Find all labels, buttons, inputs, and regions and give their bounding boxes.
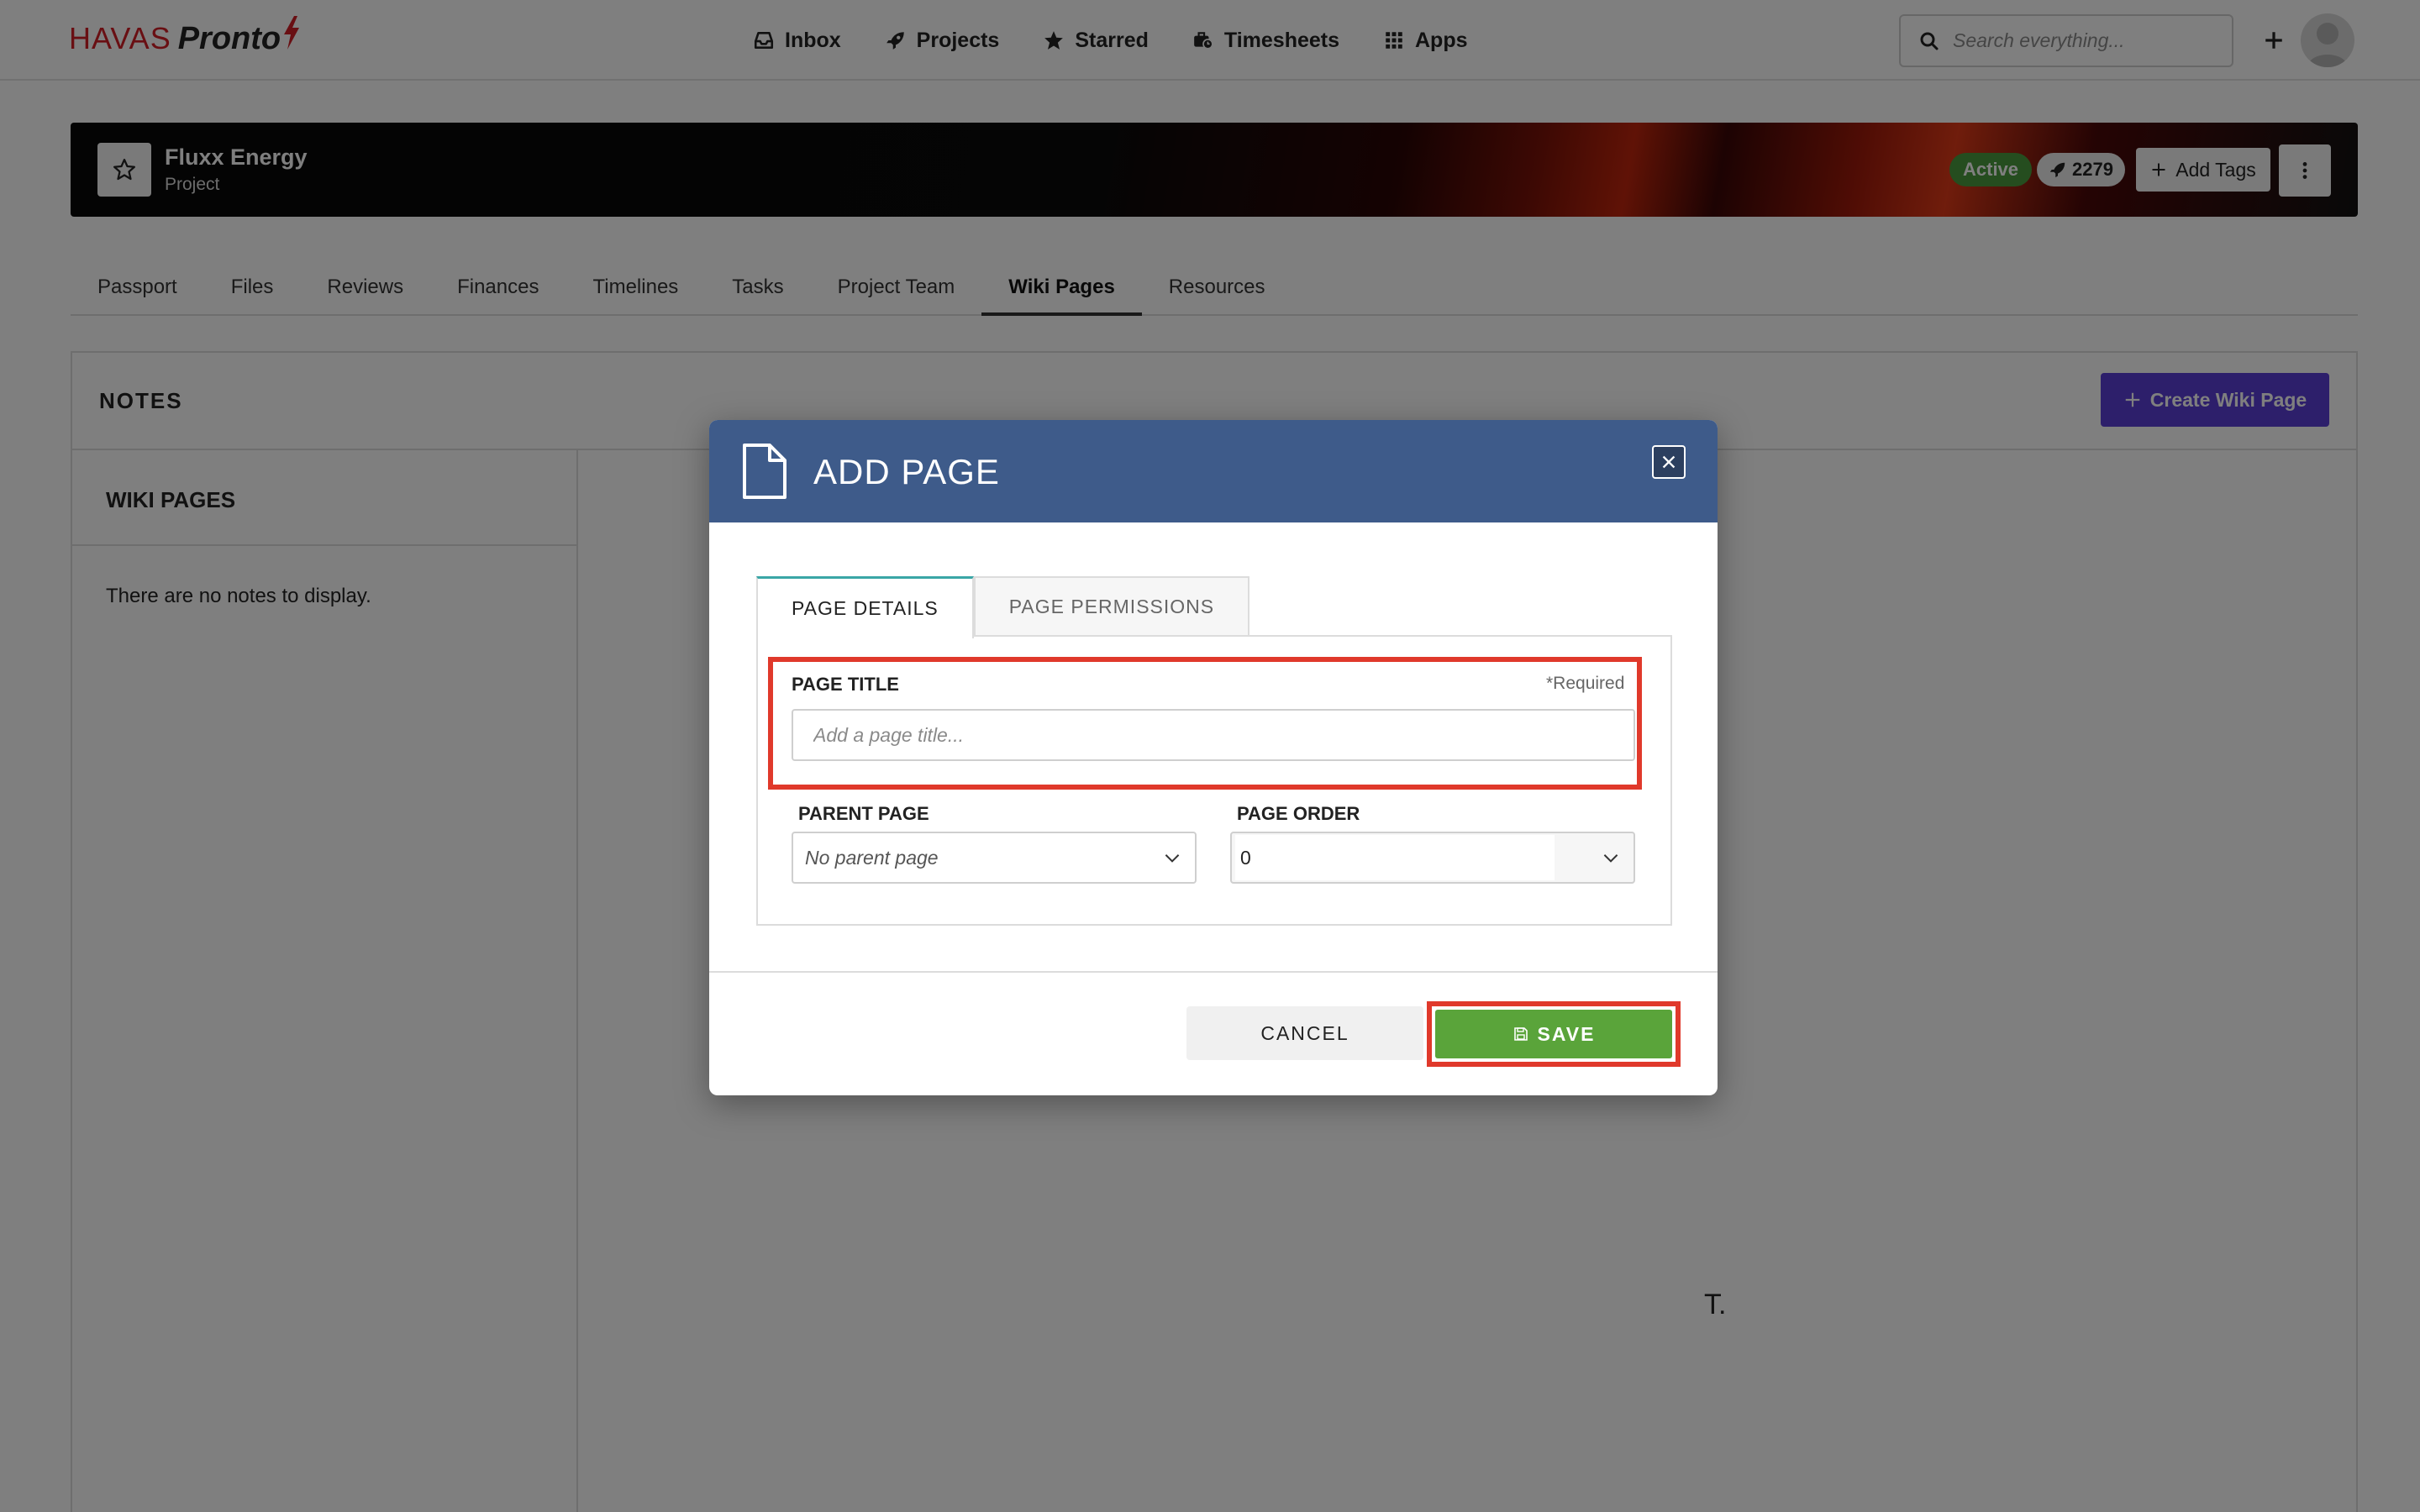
close-icon [1662, 455, 1676, 469]
modal-title: ADD PAGE [813, 452, 1000, 491]
page-title-input[interactable] [792, 709, 1635, 761]
tab-page-details[interactable]: PAGE DETAILS [756, 576, 974, 638]
close-modal-button[interactable] [1652, 445, 1686, 479]
chevron-down-icon [1165, 854, 1180, 863]
parent-page-select[interactable]: No parent page [792, 832, 1197, 884]
modal-header: ADD PAGE [709, 420, 1718, 522]
cancel-button[interactable]: CANCEL [1186, 1006, 1423, 1060]
document-icon [743, 444, 786, 499]
parent-page-label: PARENT PAGE [798, 803, 929, 824]
add-page-modal: ADD PAGE PAGE DETAILS PAGE PERMISSIONS P… [709, 420, 1718, 1095]
divider [709, 971, 1718, 973]
chevron-down-icon [1603, 854, 1618, 863]
tab-page-permissions[interactable]: PAGE PERMISSIONS [973, 576, 1250, 637]
required-note: *Required [1546, 674, 1625, 693]
parent-page-value: No parent page [805, 846, 939, 869]
page-order-select[interactable]: 0 [1230, 832, 1635, 884]
floppy-disk-icon [1513, 1027, 1528, 1041]
page-order-label: PAGE ORDER [1237, 803, 1360, 824]
save-label: SAVE [1537, 1022, 1596, 1045]
page-order-value[interactable]: 0 [1235, 835, 1555, 880]
modal-tabs: PAGE DETAILS PAGE PERMISSIONS [756, 576, 1250, 638]
save-button[interactable]: SAVE [1435, 1010, 1672, 1058]
page-title-label: PAGE TITLE [792, 674, 899, 695]
